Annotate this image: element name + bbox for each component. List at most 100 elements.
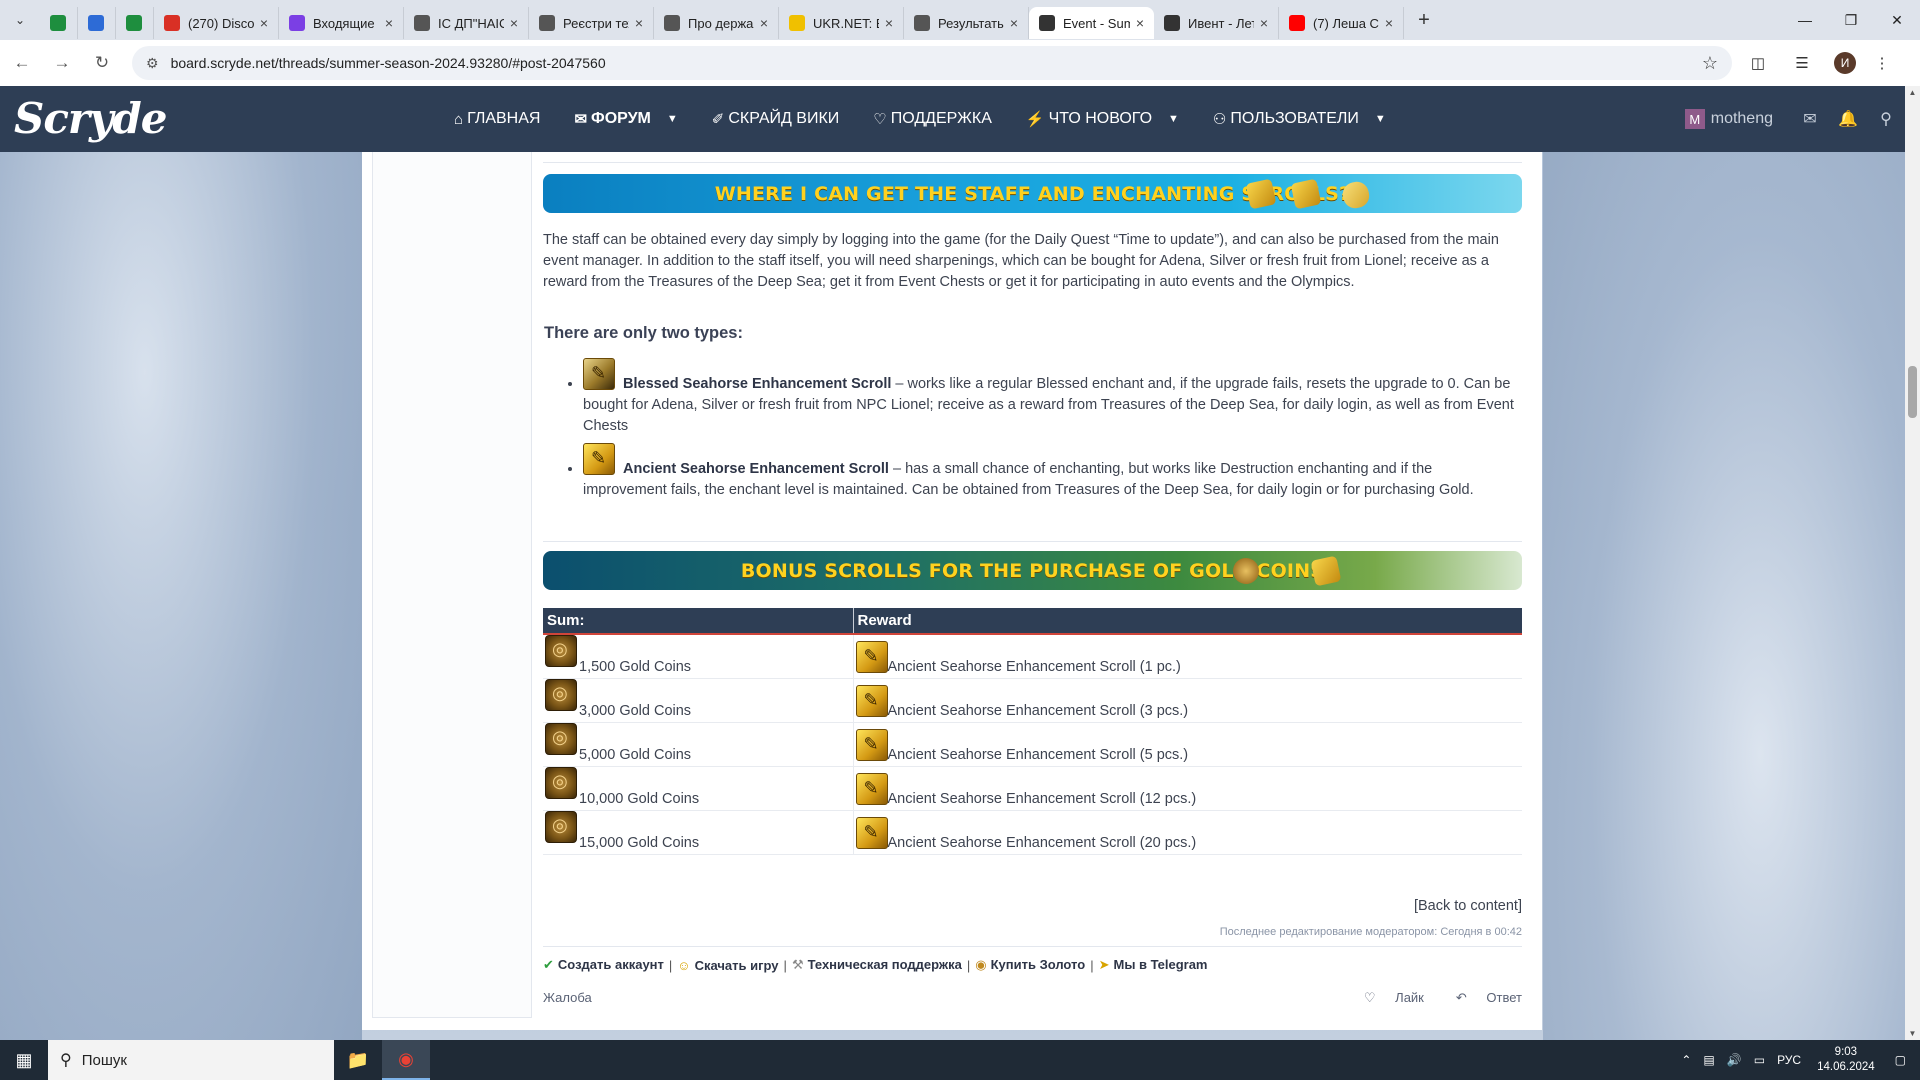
sunglasses-icon: ☺ [677, 957, 691, 973]
chevron-down-icon[interactable]: ▼ [1375, 113, 1386, 125]
username-link[interactable]: motheng [1711, 110, 1773, 128]
browser-menu-icon[interactable]: ⋮ [1864, 45, 1900, 81]
chevron-down-icon[interactable]: ▼ [667, 113, 678, 125]
bonus-table: Sum: Reward 1,500 Gold Coins Ancient Seah… [543, 608, 1522, 855]
bell-icon[interactable]: 🔔 [1829, 109, 1867, 129]
browser-tab[interactable] [40, 7, 78, 39]
browser-tab[interactable]: UKR.NET: Всі н × [779, 7, 904, 39]
browser-tab[interactable] [116, 7, 154, 39]
scroll-down-arrow-icon[interactable]: ▼ [1905, 1029, 1920, 1038]
signature-link[interactable]: ⚒ Техническая поддержка [792, 957, 962, 973]
tab-close-icon[interactable]: × [260, 15, 268, 31]
tab-close-icon[interactable]: × [1260, 15, 1268, 31]
search-icon[interactable]: ⚲ [1867, 109, 1905, 129]
site-info-icon[interactable]: ⚙ [146, 55, 159, 72]
divider [543, 541, 1522, 542]
tab-close-icon[interactable]: × [1010, 15, 1018, 31]
signature-link[interactable]: ☺ Скачать игру [677, 958, 778, 973]
browser-tab[interactable]: (7) Леша С × [1279, 7, 1404, 39]
signature-link[interactable]: ✔ Создать аккаунт [543, 957, 664, 973]
browser-tab[interactable]: ІС ДП"НАІС"(00 × [404, 7, 529, 39]
browser-tab[interactable]: Входящие | mo × [279, 7, 404, 39]
taskbar-search[interactable]: ⚲ Пошук [48, 1040, 334, 1080]
browser-tab[interactable]: (270) Discord | × [154, 7, 279, 39]
tab-close-icon[interactable]: × [885, 15, 893, 31]
bookmark-star-icon[interactable]: ☆ [1702, 53, 1718, 74]
nav-label: ФОРУМ [591, 110, 651, 127]
signature-link[interactable]: ➤ Мы в Telegram [1099, 957, 1208, 973]
browser-tab[interactable]: Результаты по × [904, 7, 1029, 39]
browser-tab[interactable]: Event - Summe × [1029, 7, 1154, 39]
book-icon: ✐ [711, 111, 725, 128]
background-art-left [0, 86, 362, 1040]
chevron-down-icon[interactable]: ▼ [1168, 113, 1179, 125]
forward-arrow-icon[interactable]: → [44, 45, 80, 81]
tab-close-icon[interactable]: × [760, 15, 768, 31]
file-explorer-icon[interactable]: 📁 [334, 1040, 382, 1080]
restore-button[interactable]: ❐ [1828, 0, 1874, 40]
gold-coin-icon [545, 723, 577, 755]
ancient-scroll-icon [855, 729, 888, 761]
browser-tab[interactable]: Про державну × [654, 7, 779, 39]
table-row: 10,000 Gold Coins Ancient Seahorse Enhanc… [543, 766, 1522, 811]
scroll-up-arrow-icon[interactable]: ▲ [1905, 88, 1920, 97]
reload-icon[interactable]: ↻ [84, 45, 120, 81]
money-bag-icon: ◉ [975, 957, 987, 972]
url-input[interactable] [170, 55, 1702, 71]
notifications-icon[interactable]: ▢ [1895, 1053, 1906, 1067]
tab-close-icon[interactable]: × [510, 15, 518, 31]
browser-tab[interactable] [78, 7, 116, 39]
reward-cell: Ancient Seahorse Enhancement Scroll (20 … [853, 810, 1522, 855]
scroll-name: Ancient Seahorse Enhancement Scroll [623, 461, 889, 477]
like-button[interactable]: ♡ Лайк [1348, 990, 1424, 1006]
tab-title: (270) Discord | [188, 15, 254, 31]
clock[interactable]: 9:03 14.06.2024 [1817, 1045, 1875, 1075]
extensions-icon[interactable]: ◫ [1740, 45, 1776, 81]
new-tab-button[interactable]: + [1408, 9, 1440, 32]
user-avatar[interactable]: M [1684, 109, 1705, 129]
page-scrollbar[interactable]: ▲ ▼ [1905, 86, 1920, 1040]
nav-item[interactable]: ✐ СКРАЙД ВИКИ [712, 110, 840, 128]
inbox-icon[interactable]: ✉ [1791, 109, 1829, 129]
display-icon[interactable]: ▭ [1754, 1053, 1765, 1067]
scrollbar-thumb[interactable] [1908, 366, 1917, 418]
nav-label: ПОЛЬЗОВАТЕЛИ [1230, 110, 1359, 127]
chrome-icon[interactable]: ◉ [382, 1040, 430, 1080]
reward-value: Ancient Seahorse Enhancement Scroll (5 p… [887, 747, 1189, 763]
profile-avatar[interactable]: И [1834, 52, 1856, 74]
nav-item[interactable]: ⚡ ЧТО НОВОГО ▼ [1026, 110, 1179, 128]
tab-search-button[interactable]: ⌄ [0, 0, 40, 40]
omnibox[interactable]: ⚙ ☆ [132, 46, 1732, 80]
sum-cell: 5,000 Gold Coins [543, 722, 854, 767]
signature-link-label: Купить Золото [990, 957, 1086, 972]
browser-tab[interactable]: Реєстри техніч × [529, 7, 654, 39]
nav-item[interactable]: ⌂ ГЛАВНАЯ [454, 110, 540, 128]
language-indicator[interactable]: РУС [1777, 1053, 1801, 1067]
tab-close-icon[interactable]: × [385, 15, 393, 31]
close-window-button[interactable]: ✕ [1874, 0, 1920, 40]
tab-close-icon[interactable]: × [635, 15, 643, 31]
separator: | [783, 957, 787, 973]
signature-link[interactable]: ◉ Купить Золото [975, 957, 1085, 973]
site-logo[interactable]: Scryde [14, 94, 168, 143]
media-controls-icon[interactable]: ☰ [1784, 45, 1820, 81]
table-row: 5,000 Gold Coins Ancient Seahorse Enhance… [543, 722, 1522, 767]
tab-close-icon[interactable]: × [1385, 15, 1393, 31]
minimize-button[interactable]: — [1782, 0, 1828, 40]
report-link[interactable]: Жалоба [543, 990, 592, 1005]
ancient-scroll-icon [855, 685, 888, 717]
back-arrow-icon[interactable]: ← [4, 45, 40, 81]
windows-start-icon[interactable]: ▦ [0, 1040, 48, 1080]
nav-item[interactable]: ♡ ПОДДЕРЖКА [873, 110, 992, 128]
tab-close-icon[interactable]: × [1136, 15, 1144, 31]
volume-icon[interactable]: 🔊 [1727, 1053, 1742, 1067]
clock-date: 14.06.2024 [1817, 1061, 1875, 1073]
nav-item[interactable]: ✉ ФОРУМ ▼ [574, 110, 677, 128]
scroll-name: Blessed Seahorse Enhancement Scroll [623, 376, 892, 392]
back-to-content-link[interactable]: [Back to content] [1414, 898, 1522, 914]
network-icon[interactable]: ▤ [1703, 1053, 1714, 1067]
reply-button[interactable]: ↶ Ответ [1440, 990, 1522, 1006]
browser-tab[interactable]: Ивент - Летни × [1154, 7, 1279, 39]
chevron-up-icon[interactable]: ⌃ [1681, 1053, 1691, 1067]
nav-item[interactable]: ⚇ ПОЛЬЗОВАТЕЛИ ▼ [1213, 110, 1386, 128]
